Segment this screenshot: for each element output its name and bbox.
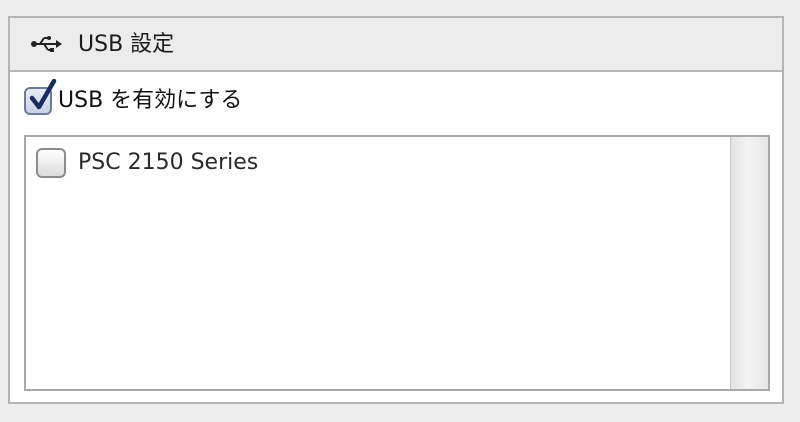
scrollbar-track[interactable]	[730, 137, 768, 389]
enable-usb-checkbox[interactable]	[24, 79, 57, 115]
panel-header: USB 設定	[10, 18, 782, 72]
usb-device-list: PSC 2150 Series	[24, 135, 770, 391]
usb-settings-window: USB 設定 USB を有効にする PSC 2150 Series	[0, 0, 800, 422]
checkmark-icon	[29, 79, 57, 110]
device-checkbox[interactable]	[36, 148, 66, 178]
list-item[interactable]: PSC 2150 Series	[36, 145, 258, 181]
device-label: PSC 2150 Series	[78, 150, 259, 175]
usb-settings-panel: USB 設定 USB を有効にする PSC 2150 Series	[8, 16, 784, 404]
enable-usb-option[interactable]: USB を有効にする	[24, 79, 243, 118]
panel-title: USB 設定	[78, 32, 175, 57]
usb-icon	[31, 36, 62, 52]
enable-usb-label: USB を有効にする	[58, 88, 243, 113]
